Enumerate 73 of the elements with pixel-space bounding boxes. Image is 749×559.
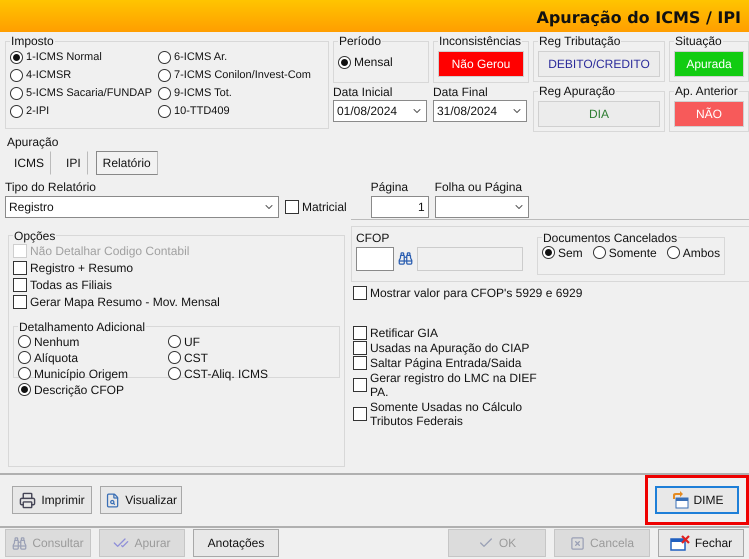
group-label: Reg Apuração [538, 84, 616, 98]
group-label: Documentos Cancelados [542, 230, 678, 245]
checkbox[interactable]: Mostrar valor para CFOP's 5929 e 6929 [353, 284, 582, 301]
radio-button[interactable]: Ambos [666, 244, 720, 261]
field-label: Folha ou Página [434, 180, 524, 194]
section-label: Apuração [7, 135, 58, 150]
checkbox[interactable]: Todas as Filiais [13, 276, 340, 293]
radio-button[interactable]: 6-ICMS Ar. [158, 49, 328, 66]
radio-button[interactable]: 5-ICMS Sacaria/FUNDAP [10, 85, 158, 102]
checkbox[interactable]: Gerar registro do LMC na DIEF PA. [353, 370, 543, 399]
window-close-icon [670, 535, 690, 552]
radio-button[interactable]: Município Origem [18, 366, 168, 382]
checkbox[interactable]: Matricial [285, 198, 347, 215]
report-type-dropdown[interactable]: Registro [5, 196, 279, 218]
search-icon[interactable] [398, 251, 413, 266]
radio-button[interactable]: Alíquota [18, 350, 168, 366]
field-label: CFOP [356, 230, 390, 245]
tab[interactable]: Relatório [96, 151, 158, 176]
status-field: DIA [538, 101, 660, 128]
radio-button[interactable]: Nenhum [18, 334, 168, 350]
status-field: Não Gerou [438, 51, 524, 78]
radio-button[interactable]: Descrição CFOP [18, 382, 168, 398]
window-title: Apuração do ICMS / IPI [536, 8, 741, 28]
radio-button[interactable]: CST-Aliq. ICMS [168, 366, 318, 382]
checkbox[interactable]: Usadas na Apuração do CIAP [353, 340, 543, 355]
status-field: Apurada [674, 51, 744, 78]
date-dropdown[interactable]: 31/08/2024 [433, 100, 527, 122]
radio-button[interactable]: 7-ICMS Conilon/Invest-Com [158, 67, 328, 84]
radio-button[interactable]: 4-ICMSR [10, 67, 158, 84]
status-field: DEBITO/CREDITO [538, 51, 660, 78]
tab[interactable]: ICMS [7, 151, 51, 176]
footer-button[interactable]: Anotações [193, 529, 279, 558]
x-square-icon [570, 536, 585, 551]
status-field: NÃO [674, 101, 744, 128]
group-label: Imposto [10, 34, 55, 48]
footer-button[interactable]: Fechar [658, 529, 744, 558]
field-label: Tipo do Relatório [5, 180, 97, 194]
group-label: Período [338, 34, 382, 48]
field-label: Data Final [433, 85, 489, 100]
cfop-input[interactable] [356, 246, 394, 271]
action-button[interactable]: Visualizar [100, 486, 182, 514]
radio-button[interactable]: Somente [592, 244, 657, 261]
radio-button[interactable]: CST [168, 350, 318, 366]
radio-button[interactable]: UF [168, 334, 318, 350]
checkbox[interactable]: Somente Usadas no Cálculo Tributos Federais [353, 400, 543, 428]
radio-button[interactable]: 10-TTD409 [158, 103, 328, 120]
radio-button[interactable]: Mensal [338, 54, 393, 70]
field-label: Página [370, 180, 410, 194]
radio-button[interactable]: Sem [542, 244, 583, 261]
date-dropdown[interactable]: 01/08/2024 [333, 100, 427, 122]
radio-button[interactable]: 2-IPI [10, 103, 158, 120]
tab[interactable]: IPI [59, 151, 88, 176]
group-label: Reg Tributação [538, 34, 622, 48]
checkbox[interactable]: Saltar Página Entrada/Saida [353, 356, 543, 370]
document-search-icon [105, 492, 120, 509]
group-label: Opções [13, 228, 56, 243]
field-label: Data Inicial [333, 85, 394, 100]
checkbox[interactable]: Gerar Mapa Resumo - Mov. Mensal [13, 294, 340, 310]
action-button[interactable]: Imprimir [12, 486, 92, 514]
checkbox[interactable]: Registro + Resumo [13, 260, 340, 276]
page-input[interactable]: 1 [370, 196, 429, 218]
radio-button[interactable]: 1-ICMS Normal [10, 49, 158, 66]
radio-button[interactable]: 9-ICMS Tot. [158, 85, 328, 102]
group-label: Situação [674, 34, 723, 48]
binoculars-icon [12, 536, 28, 551]
dime-button[interactable]: DIME [655, 486, 739, 514]
sheet-dropdown[interactable] [434, 196, 529, 218]
printer-icon [19, 492, 36, 509]
group-label: Ap. Anterior [674, 84, 739, 98]
group-label: Detalhamento Adicional [18, 320, 146, 334]
checkbox[interactable]: Retificar GIA [353, 326, 543, 340]
group-label: Inconsistências [438, 34, 522, 48]
calendar-arrow-icon [670, 491, 688, 510]
